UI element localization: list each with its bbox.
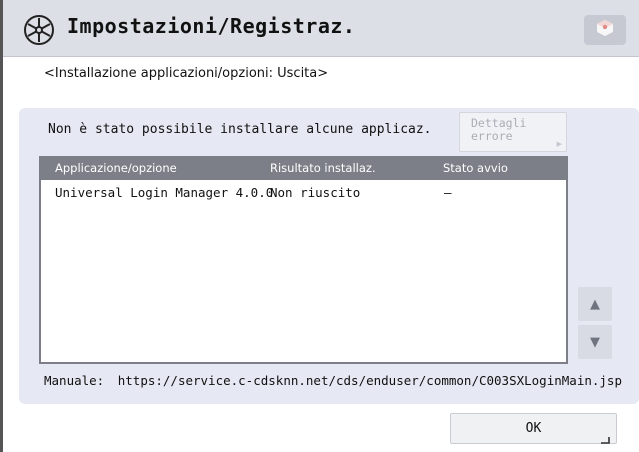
cell-application: Universal Login Manager 4.0.0 bbox=[55, 185, 274, 200]
settings-register-icon bbox=[23, 14, 55, 46]
error-details-button[interactable]: Dettagli errore ▶ bbox=[459, 112, 567, 152]
arrow-up-icon: ▲ bbox=[590, 296, 600, 312]
cube-icon bbox=[595, 18, 615, 42]
ok-button[interactable]: OK bbox=[450, 413, 617, 444]
corner-check-icon bbox=[600, 429, 610, 444]
results-table: Applicazione/opzione Risultato installaz… bbox=[39, 156, 568, 364]
manual-link-row: Manuale: https://service.c-cdsknn.net/cd… bbox=[44, 373, 622, 388]
manual-url[interactable]: https://service.c-cdsknn.net/cds/enduser… bbox=[118, 373, 622, 388]
title-bar: Impostazioni/Registraz. bbox=[3, 0, 639, 57]
arrow-down-icon: ▼ bbox=[590, 334, 600, 350]
scroll-up-button[interactable]: ▲ bbox=[578, 287, 612, 321]
column-header-application: Applicazione/opzione bbox=[55, 161, 177, 175]
column-header-start-status: Stato avvio bbox=[443, 161, 508, 175]
window-left-border bbox=[0, 0, 3, 452]
cell-install-result: Non riuscito bbox=[270, 185, 361, 200]
screen-subtitle: <Installazione applicazioni/opzioni: Usc… bbox=[44, 66, 329, 81]
status-message: Non è stato possibile installare alcune … bbox=[48, 122, 432, 137]
corner-arrow-icon: ▶ bbox=[556, 140, 562, 148]
table-header: Applicazione/opzione Risultato installaz… bbox=[41, 158, 566, 180]
cell-start-status: – bbox=[444, 185, 452, 200]
ok-button-label: OK bbox=[525, 421, 542, 436]
header-action-button[interactable] bbox=[584, 15, 626, 45]
scroll-down-button[interactable]: ▼ bbox=[578, 325, 612, 359]
error-details-label: Dettagli errore bbox=[471, 116, 527, 143]
table-row[interactable]: Universal Login Manager 4.0.0 Non riusci… bbox=[41, 182, 566, 204]
column-header-install-result: Risultato installaz. bbox=[270, 161, 376, 175]
manual-label: Manuale: bbox=[44, 373, 105, 388]
page-title: Impostazioni/Registraz. bbox=[67, 14, 356, 38]
